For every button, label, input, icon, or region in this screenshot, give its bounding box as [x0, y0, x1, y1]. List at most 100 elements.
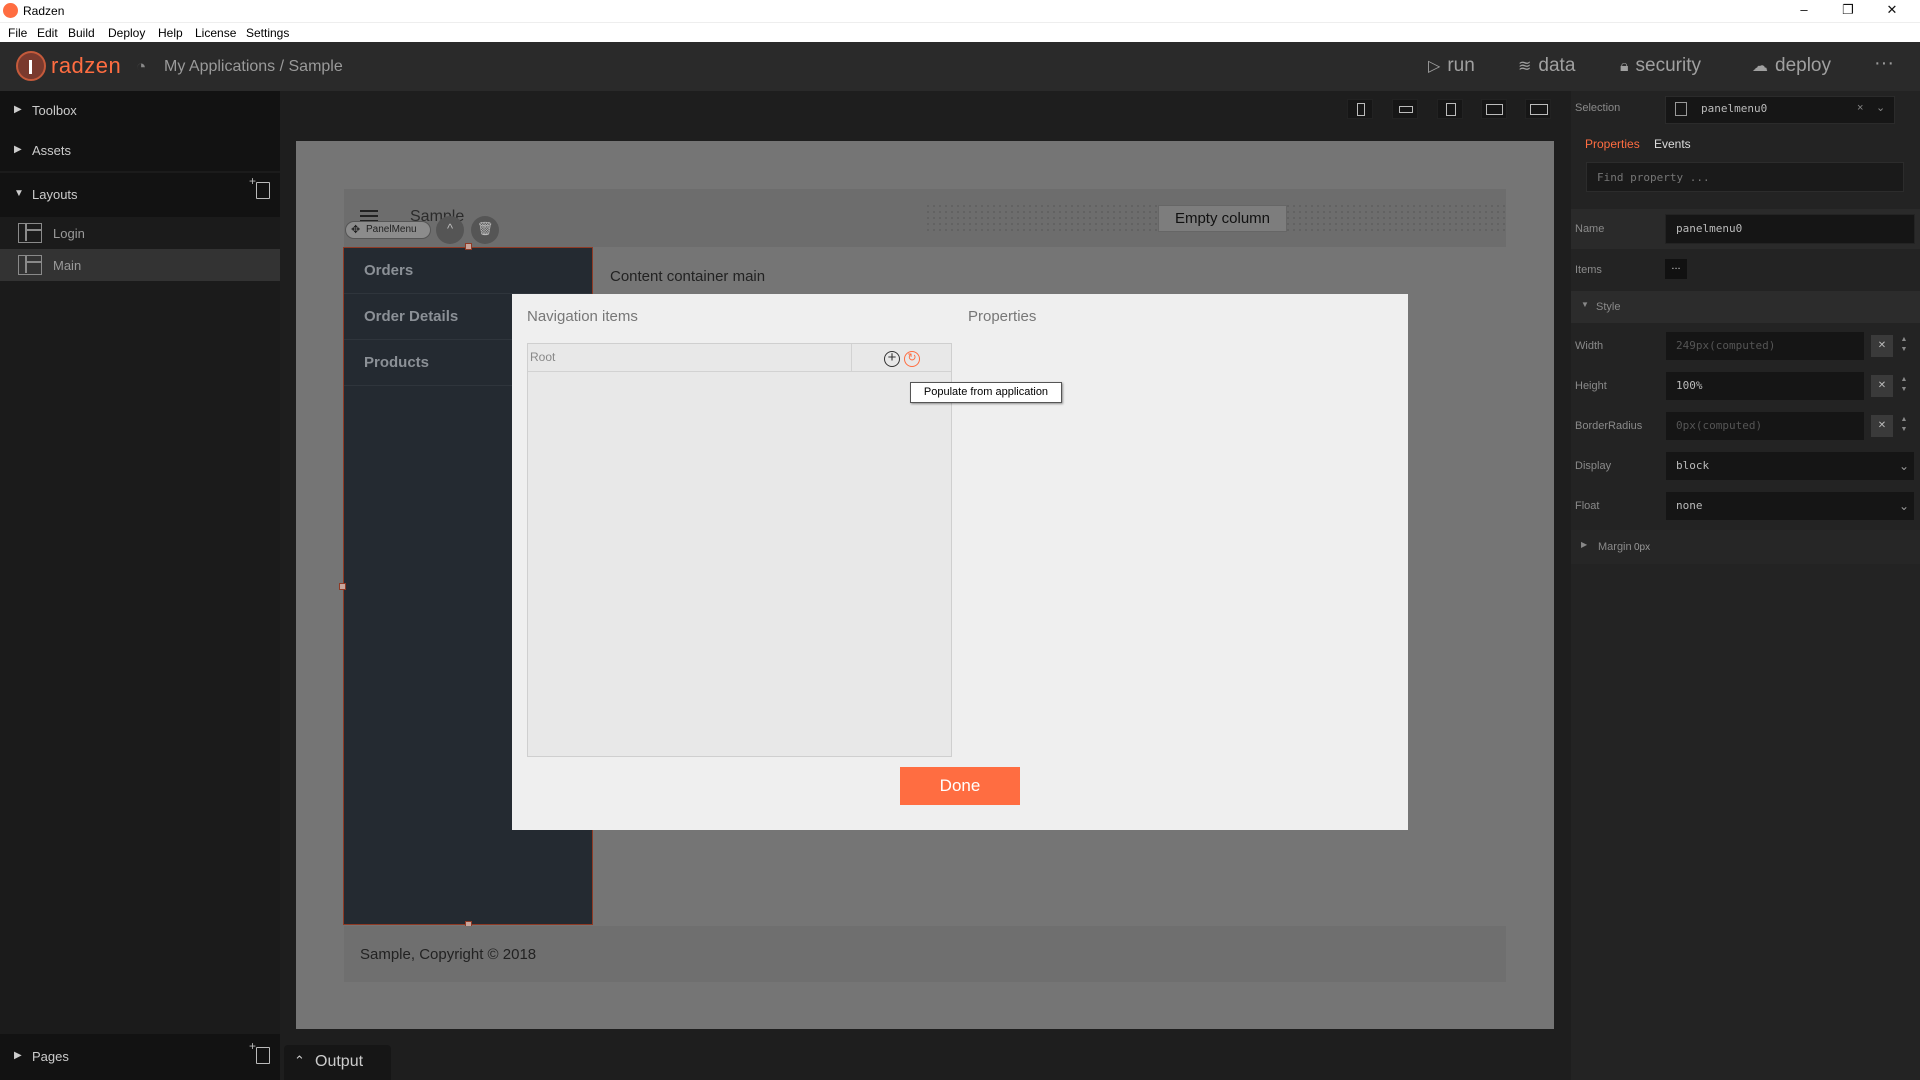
app-toolbar: radzen ◔ My Applications / Sample ▷ run ≋… — [0, 42, 1920, 91]
items-edit-button[interactable]: ... — [1665, 259, 1687, 279]
layers-icon: ≋ — [1518, 58, 1532, 75]
device-desktop-button[interactable] — [1525, 99, 1551, 119]
width-label: Width — [1575, 340, 1604, 352]
prop-row-border-radius: BorderRadius 0px(computed) ✕ ▲ ▼ — [1571, 406, 1920, 446]
display-label: Display — [1575, 460, 1612, 472]
resize-handle-top[interactable] — [465, 243, 472, 250]
name-input[interactable]: panelmenu0 — [1665, 214, 1915, 244]
run-button[interactable]: ▷ run — [1428, 55, 1475, 77]
layout-item-label: Main — [53, 258, 82, 273]
menu-help[interactable]: Help — [158, 26, 183, 40]
margin-label: Margin — [1598, 541, 1632, 553]
dialog-properties-title: Properties — [968, 308, 1037, 325]
radzen-logo-icon — [16, 51, 46, 81]
find-property-input[interactable] — [1586, 162, 1904, 192]
navigation-items-title: Navigation items — [527, 308, 638, 325]
layout-item-login[interactable]: Login — [0, 217, 280, 249]
panel-menu-item-label: Order Details — [364, 308, 459, 325]
lock-icon: 🔒︎ — [1620, 58, 1629, 75]
deploy-button[interactable]: ☁︎ deploy — [1752, 55, 1831, 77]
chevron-down-icon[interactable]: ⌄ — [1876, 101, 1885, 114]
border-radius-input[interactable]: 0px(computed) — [1665, 411, 1865, 441]
prop-row-display: Display block ⌄ — [1571, 446, 1920, 486]
layouts-section[interactable]: ▼ Layouts — [0, 173, 280, 217]
float-select[interactable]: none — [1665, 491, 1915, 521]
clear-height-icon[interactable]: ✕ — [1871, 375, 1893, 397]
pages-section[interactable]: ▶ Pages — [0, 1034, 280, 1080]
toolbox-section[interactable]: ▶ Toolbox — [0, 91, 280, 131]
device-tablet-landscape-button[interactable] — [1481, 99, 1507, 119]
prop-row-items: Items ... — [1571, 250, 1920, 290]
populate-tooltip: Populate from application — [910, 382, 1062, 403]
run-label: run — [1447, 55, 1475, 76]
caret-right-icon: ▶ — [14, 1050, 22, 1061]
pages-label: Pages — [32, 1049, 69, 1064]
component-icon — [1675, 102, 1687, 116]
layout-icon — [18, 223, 42, 243]
assets-label: Assets — [32, 143, 72, 158]
clear-selection-icon[interactable]: × — [1857, 102, 1863, 114]
items-label: Items — [1575, 264, 1602, 276]
width-input[interactable]: 249px(computed) — [1665, 331, 1865, 361]
add-layout-icon[interactable] — [249, 174, 270, 199]
layout-icon — [18, 255, 42, 275]
output-tab[interactable]: ⌃ Output — [284, 1045, 391, 1080]
style-section-header[interactable]: ▼ Style — [1571, 291, 1920, 323]
device-phone-portrait-button[interactable] — [1347, 99, 1373, 119]
assets-section[interactable]: ▶ Assets — [0, 131, 280, 171]
window-title: Radzen — [23, 4, 65, 18]
panel-menu-item[interactable]: Orders — [344, 248, 592, 294]
device-phone-landscape-button[interactable] — [1392, 99, 1418, 119]
menu-license[interactable]: License — [195, 26, 236, 40]
border-radius-stepper[interactable]: ▲ ▼ — [1898, 415, 1910, 437]
clear-width-icon[interactable]: ✕ — [1871, 335, 1893, 357]
menu-bar: File Edit Build Deploy Help License Sett… — [0, 22, 1920, 42]
empty-column-label[interactable]: Empty column — [1158, 205, 1287, 232]
clear-border-radius-icon[interactable]: ✕ — [1871, 415, 1893, 437]
radzen-app-icon — [3, 3, 18, 18]
restore-button[interactable]: ❐ — [1826, 0, 1870, 22]
security-label: security — [1635, 55, 1701, 76]
window-title-bar: Radzen – ❐ ✕ — [0, 0, 1920, 22]
breadcrumb[interactable]: My Applications / Sample — [164, 58, 343, 76]
display-select[interactable]: block — [1665, 451, 1915, 481]
height-stepper[interactable]: ▲ ▼ — [1898, 375, 1910, 397]
data-button[interactable]: ≋ data — [1518, 55, 1575, 77]
selection-label: Selection — [1575, 102, 1621, 114]
caret-right-icon: ▶ — [14, 144, 22, 155]
more-options-button[interactable]: ··· — [1874, 52, 1894, 75]
layout-item-label: Login — [53, 226, 85, 241]
resize-handle-left[interactable] — [339, 583, 346, 590]
add-item-icon[interactable]: + — [884, 350, 900, 367]
prop-row-height: Height 100% ✕ ▲ ▼ — [1571, 366, 1920, 406]
margin-section[interactable]: ▶ Margin 0px — [1571, 530, 1920, 564]
security-button[interactable]: 🔒︎ security — [1620, 55, 1701, 77]
add-page-icon[interactable] — [249, 1039, 270, 1064]
select-parent-button[interactable]: ^ — [436, 216, 464, 244]
minimize-button[interactable]: – — [1782, 0, 1826, 22]
cloud-upload-icon: ☁︎ — [1752, 58, 1768, 75]
menu-build[interactable]: Build — [68, 26, 95, 40]
menu-edit[interactable]: Edit — [37, 26, 58, 40]
component-chip-panelmenu[interactable]: PanelMenu — [345, 221, 431, 239]
prop-row-width: Width 249px(computed) ✕ ▲ ▼ — [1571, 326, 1920, 366]
populate-refresh-icon[interactable]: ↻ — [904, 351, 920, 367]
name-label: Name — [1575, 223, 1605, 235]
menu-file[interactable]: File — [8, 26, 27, 40]
output-label: Output — [315, 1053, 364, 1070]
delete-component-button[interactable]: 🗑 — [471, 216, 499, 244]
tab-events[interactable]: Events — [1654, 137, 1691, 151]
menu-deploy[interactable]: Deploy — [108, 26, 145, 40]
footer-text: Sample, Copyright © 2018 — [360, 946, 537, 963]
close-window-button[interactable]: ✕ — [1870, 0, 1914, 22]
device-tablet-portrait-button[interactable] — [1437, 99, 1463, 119]
done-button[interactable]: Done — [900, 767, 1020, 805]
selection-value: panelmenu0 — [1701, 102, 1768, 115]
chevron-down-icon: ⌄ — [1899, 459, 1910, 473]
width-stepper[interactable]: ▲ ▼ — [1898, 335, 1910, 357]
navigation-tree[interactable] — [527, 343, 952, 757]
height-input[interactable]: 100% — [1665, 371, 1865, 401]
menu-settings[interactable]: Settings — [246, 26, 289, 40]
tab-properties[interactable]: Properties — [1585, 137, 1640, 151]
layout-item-main[interactable]: Main — [0, 249, 280, 281]
